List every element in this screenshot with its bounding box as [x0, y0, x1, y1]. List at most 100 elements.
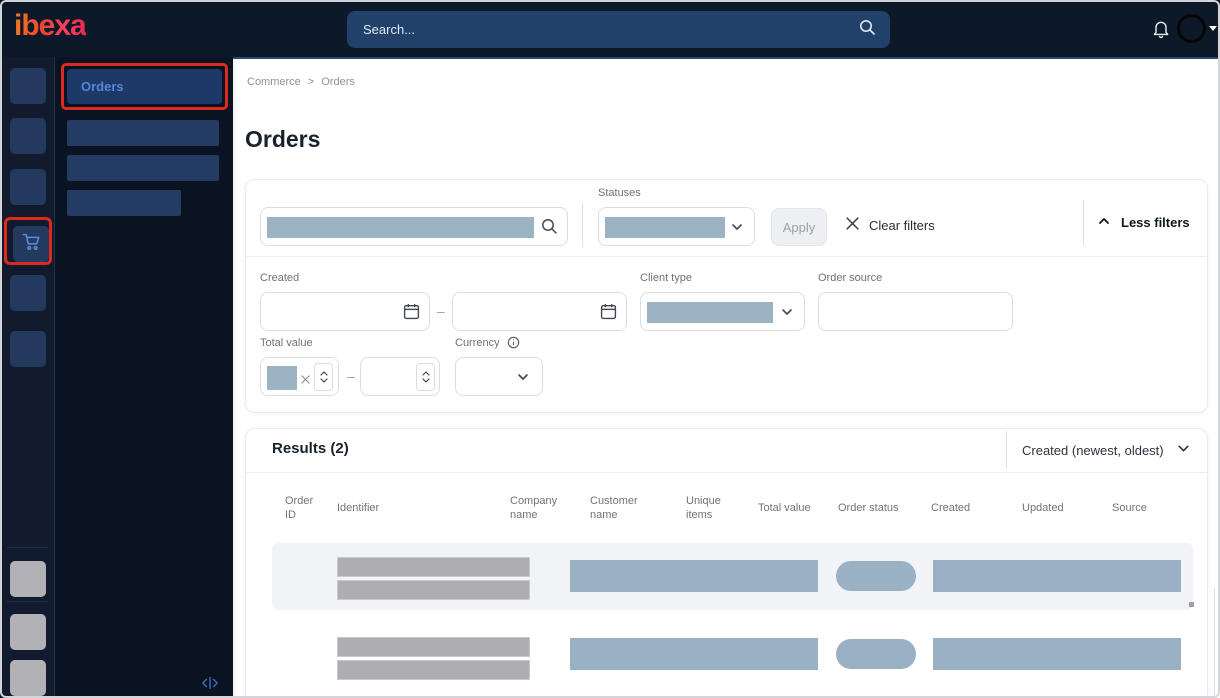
order-source-label: Order source — [818, 272, 883, 284]
bottom-nav-tile-skeleton[interactable] — [10, 561, 46, 597]
secondary-sidebar: Orders — [55, 57, 233, 698]
identifier-skeleton — [337, 557, 530, 577]
identifier-skeleton — [337, 637, 530, 657]
number-stepper[interactable] — [416, 363, 435, 391]
breadcrumb-separator: > — [307, 76, 315, 88]
breadcrumb-item-commerce[interactable]: Commerce — [247, 76, 301, 88]
value-range-dash: – — [347, 368, 355, 384]
column-header-identifier: Identifier — [337, 502, 380, 514]
scrollbar-track[interactable] — [1214, 588, 1215, 696]
global-search-input[interactable] — [361, 21, 859, 38]
user-avatar[interactable] — [1177, 14, 1206, 43]
calendar-icon[interactable] — [403, 303, 420, 325]
statuses-label: Statuses — [598, 187, 641, 199]
sort-dropdown[interactable]: Created (newest, oldest) — [1022, 441, 1191, 459]
column-header-unique-items: Unique items — [686, 495, 721, 521]
column-header-updated: Updated — [1022, 502, 1064, 514]
currency-dropdown[interactable] — [455, 357, 543, 396]
order-status-skeleton — [836, 561, 916, 591]
nav-tile-skeleton[interactable] — [10, 331, 46, 367]
clear-filters-label: Clear filters — [869, 217, 935, 233]
orders-search-input[interactable] — [260, 207, 568, 246]
apply-label: Apply — [782, 219, 816, 235]
customer-skeleton — [570, 560, 818, 592]
chevron-down-icon — [1176, 441, 1191, 459]
sort-option-label: Created (newest, oldest) — [1022, 442, 1164, 458]
column-header-order-status: Order status — [838, 502, 899, 514]
client-type-value-skeleton — [647, 302, 773, 323]
customer-skeleton — [570, 638, 818, 670]
apply-button[interactable]: Apply — [771, 208, 827, 246]
orders-table-header: Order ID Identifier Company name Custome… — [272, 494, 1193, 534]
sidebar-item-commerce[interactable] — [13, 226, 49, 262]
info-icon[interactable] — [507, 336, 520, 354]
min-value-skeleton — [267, 366, 297, 390]
sidebar-item-orders[interactable]: Orders — [67, 69, 222, 104]
nav-tile-skeleton[interactable] — [10, 118, 46, 154]
clear-filters-button[interactable]: Clear filters — [845, 216, 935, 234]
calendar-icon[interactable] — [600, 303, 617, 325]
total-value-max-input[interactable] — [360, 357, 440, 396]
user-menu-caret-icon[interactable] — [1209, 26, 1217, 31]
results-title: Results (2) — [272, 440, 349, 457]
currency-label: Currency — [455, 337, 500, 349]
main-icon-rail — [0, 57, 55, 698]
filter-divider — [1083, 200, 1084, 246]
filter-divider — [582, 203, 583, 247]
created-to-date-input[interactable] — [452, 292, 627, 331]
bottom-nav-tile-skeleton[interactable] — [10, 660, 46, 696]
client-type-dropdown[interactable] — [640, 292, 805, 331]
statuses-dropdown[interactable] — [598, 207, 755, 246]
nav-tile-skeleton[interactable] — [10, 169, 46, 205]
resize-dot — [1189, 602, 1194, 607]
breadcrumb-item-orders[interactable]: Orders — [321, 76, 355, 88]
collapse-sidebar-icon[interactable] — [199, 674, 221, 692]
chevron-up-icon — [1097, 214, 1111, 231]
clear-value-x-icon[interactable] — [301, 371, 310, 389]
total-value-min-input[interactable] — [260, 357, 339, 396]
notifications-bell-icon[interactable] — [1151, 18, 1171, 45]
search-icon — [541, 218, 558, 240]
shopping-cart-icon — [20, 231, 43, 258]
number-stepper[interactable] — [314, 363, 333, 391]
global-search[interactable] — [347, 11, 890, 48]
sidebar-item-skeleton[interactable] — [67, 120, 219, 146]
rail-divider — [7, 547, 48, 548]
column-header-source: Source — [1112, 502, 1147, 514]
total-value-label: Total value — [260, 337, 313, 349]
chevron-down-icon — [516, 370, 530, 389]
client-type-label: Client type — [640, 272, 692, 284]
breadcrumb: Commerce > Orders — [247, 76, 355, 88]
identifier-skeleton — [337, 580, 530, 600]
dates-skeleton — [933, 560, 1181, 592]
rail-divider — [7, 601, 48, 602]
topbar: ibexa — [0, 0, 1220, 57]
sort-divider — [1006, 431, 1007, 468]
panel-divider — [246, 256, 1207, 257]
card-divider — [246, 472, 1207, 473]
bottom-nav-tile-skeleton[interactable] — [10, 614, 46, 650]
statuses-value-skeleton — [605, 217, 725, 238]
sidebar-item-skeleton[interactable] — [67, 190, 181, 216]
order-source-input[interactable] — [818, 292, 1013, 331]
date-range-dash: – — [437, 303, 445, 319]
ibexa-logo[interactable]: ibexa — [14, 9, 87, 43]
chevron-down-icon — [780, 305, 794, 324]
identifier-skeleton — [337, 660, 530, 680]
nav-tile-skeleton[interactable] — [10, 275, 46, 311]
column-header-company-name: Company name — [510, 495, 558, 521]
column-header-order-id: Order ID — [285, 495, 314, 521]
search-icon — [859, 19, 876, 41]
created-from-date-input[interactable] — [260, 292, 430, 331]
search-value-skeleton — [267, 217, 534, 238]
created-label: Created — [260, 272, 300, 284]
order-status-skeleton — [836, 639, 916, 669]
page-title: Orders — [245, 126, 321, 152]
less-filters-button[interactable]: Less filters — [1097, 214, 1190, 231]
column-header-customer-name: Customer name — [590, 495, 638, 521]
nav-tile-skeleton[interactable] — [10, 68, 46, 104]
column-header-created: Created — [931, 502, 971, 514]
sidebar-item-skeleton[interactable] — [67, 155, 219, 181]
column-header-total-value: Total value — [758, 502, 811, 514]
chevron-down-icon — [730, 220, 744, 239]
